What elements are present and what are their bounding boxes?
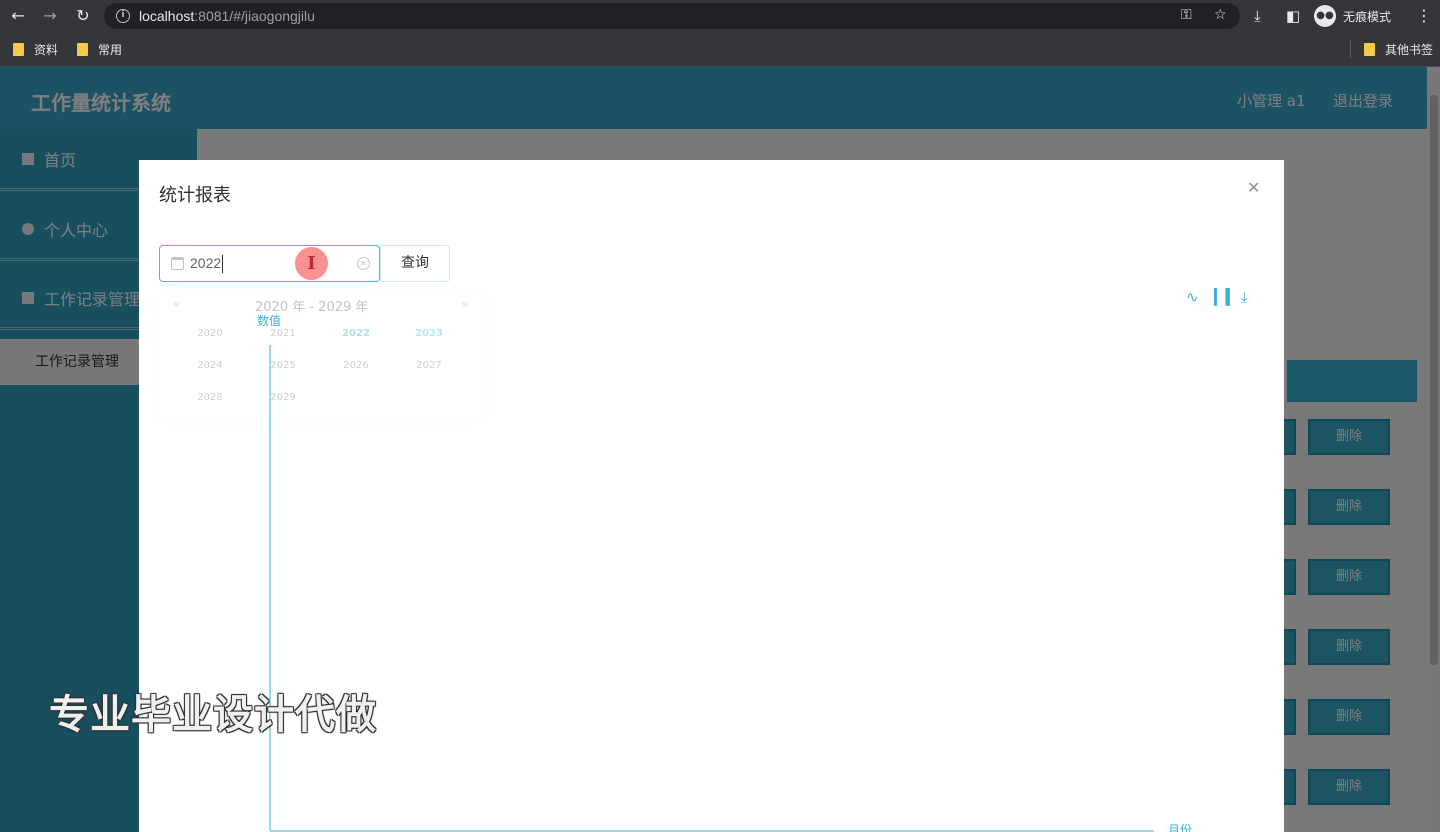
watermark-text: 专业毕业设计代做 (49, 692, 377, 738)
side-panel-icon[interactable]: ◧ (1286, 6, 1300, 26)
site-info-icon[interactable]: i (116, 9, 130, 23)
browser-toolbar: ← → ↻ i localhost:8081/#/jiaogongjilu ⚿ … (0, 0, 1440, 32)
bookmarks-bar: 资料 常用 其他书签 (0, 32, 1440, 67)
mouse-cursor-indicator: I (295, 247, 328, 280)
download-icon[interactable]: ⤓ (1254, 6, 1261, 26)
reload-icon[interactable]: ↻ (73, 6, 93, 26)
folder-icon (1364, 43, 1375, 56)
bookmark-folder-ziliao[interactable]: 资料 (13, 41, 58, 58)
address-bar[interactable]: i localhost:8081/#/jiaogongjilu ⚿ ☆ (104, 3, 1240, 29)
x-axis-label: 月份 (1168, 823, 1193, 832)
incognito-icon: ●● (1314, 5, 1336, 27)
back-icon[interactable]: ← (8, 6, 28, 26)
bookmark-folder-changyong[interactable]: 常用 (77, 41, 122, 58)
y-axis-label: 数值 (257, 314, 282, 328)
more-menu-icon[interactable]: ⋮ (1416, 6, 1432, 25)
forward-icon[interactable]: → (40, 6, 60, 26)
folder-icon (13, 43, 24, 56)
folder-icon (77, 43, 88, 56)
bookmark-folder-other[interactable]: 其他书签 (1364, 41, 1433, 58)
url-text: localhost:8081/#/jiaogongjilu (139, 8, 315, 24)
star-icon[interactable]: ☆ (1214, 7, 1227, 23)
key-icon[interactable]: ⚿ (1181, 7, 1192, 23)
bookmark-separator (1350, 40, 1351, 58)
incognito-indicator[interactable]: ●● 无痕模式 (1314, 4, 1391, 28)
